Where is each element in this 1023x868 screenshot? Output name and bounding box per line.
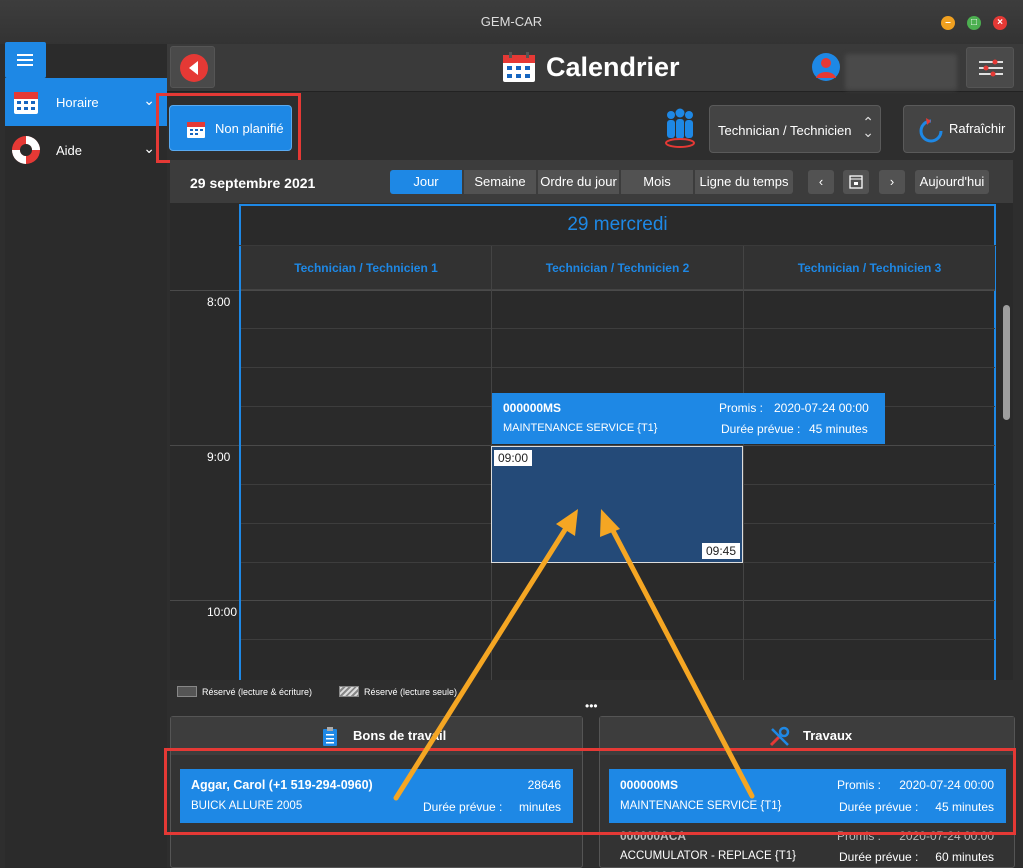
event-promise-label: Promis : — [719, 401, 764, 415]
tab-mois[interactable]: Mois — [621, 170, 694, 194]
slot-end-time: 09:45 — [701, 543, 740, 559]
next-button[interactable]: › — [879, 170, 905, 194]
calendar-date-label: 29 septembre 2021 — [190, 175, 316, 191]
refresh-button[interactable]: Rafraîchir — [903, 105, 1015, 153]
date-picker-button[interactable] — [843, 170, 869, 194]
tab-ordre-du-jour[interactable]: Ordre du jour — [538, 170, 620, 194]
event-number: 000000MS — [503, 401, 562, 415]
slot-start-time: 09:00 — [494, 450, 533, 466]
legend-label-ro: Réservé (lecture seule) — [364, 687, 458, 697]
maximize-button[interactable]: □ — [967, 16, 981, 30]
time-label: 10:00 — [207, 605, 238, 619]
tab-semaine[interactable]: Semaine — [464, 170, 537, 194]
sidebar-item-label: Aide — [56, 143, 83, 158]
window-title: GEM-CAR — [480, 14, 543, 29]
chevron-down-icon: ⌄ — [143, 140, 155, 156]
tools-icon — [769, 726, 790, 747]
calendar-icon — [503, 52, 535, 82]
event-duration-value: 45 minutes — [809, 422, 868, 436]
user-avatar-icon[interactable] — [811, 51, 841, 83]
sidebar-item-label: Horaire — [56, 95, 99, 110]
chevron-down-icon: ⌄ — [143, 92, 155, 108]
technician-header-1: Technician / Technicien 1 — [241, 246, 492, 290]
back-button[interactable] — [170, 46, 215, 88]
clipboard-list-icon — [323, 727, 337, 746]
event-duration-label: Durée prévue : — [721, 422, 801, 436]
highlight-box-nonplan — [156, 93, 301, 163]
day-title: 29 mercredi — [239, 206, 996, 246]
tab-ligne-du-temps[interactable]: Ligne du temps — [695, 170, 793, 194]
job-duration-value: 60 minutes — [935, 850, 994, 864]
hamburger-menu-button[interactable] — [5, 42, 46, 78]
event-promise-value: 2020-07-24 00:00 — [774, 401, 869, 415]
chevron-left-icon: ‹ — [818, 174, 824, 189]
technician-header-2: Technician / Technicien 2 — [492, 246, 744, 290]
technician-select[interactable]: Technician / Technicien ⌃ ⌄ — [709, 105, 881, 153]
today-button[interactable]: Aujourd'hui — [915, 170, 989, 194]
legend-label-rw: Réservé (lecture & écriture) — [202, 687, 313, 697]
refresh-icon — [919, 118, 943, 143]
sliders-icon — [979, 59, 1003, 77]
sidebar-item-aide[interactable]: Aide ⌄ — [5, 126, 167, 174]
user-name-blurred — [845, 54, 957, 90]
select-arrows-icon: ⌃ ⌄ — [862, 114, 874, 140]
sidebar-item-horaire[interactable]: Horaire ⌄ — [5, 78, 167, 126]
lifebuoy-icon — [12, 136, 40, 164]
job-duration-label: Durée prévue : — [839, 850, 919, 864]
technician-select-value: Technician / Technicien — [718, 123, 852, 138]
chevron-right-icon: › — [889, 174, 895, 189]
legend-swatch-rw — [177, 686, 197, 697]
technicians-group-icon — [665, 108, 695, 148]
close-button[interactable]: × — [993, 16, 1007, 30]
time-label: 9:00 — [207, 450, 231, 464]
drop-target-slot[interactable]: 09:00 09:45 — [491, 446, 743, 563]
refresh-label: Rafraîchir — [949, 121, 1006, 136]
legend-swatch-ro — [339, 686, 359, 697]
job-description: ACCUMULATOR - REPLACE {T1} — [620, 850, 796, 862]
page-title: Calendrier — [546, 52, 680, 82]
tab-jour[interactable]: Jour — [390, 170, 463, 194]
highlight-box-cards — [164, 748, 1016, 835]
technician-header-3: Technician / Technicien 3 — [744, 246, 995, 290]
calendar-scrollbar[interactable] — [1003, 305, 1010, 420]
event-description: MAINTENANCE SERVICE {T1} — [503, 422, 658, 434]
calendar-icon — [14, 92, 38, 114]
time-label: 8:00 — [207, 295, 231, 309]
minimize-button[interactable]: – — [941, 16, 955, 30]
prev-button[interactable]: ‹ — [808, 170, 834, 194]
window-titlebar: GEM-CAR – □ × — [0, 0, 1023, 44]
calendar-icon — [849, 175, 863, 189]
settings-button[interactable] — [966, 47, 1014, 88]
calendar-event[interactable]: 000000MS Promis : 2020-07-24 00:00 MAINT… — [492, 393, 885, 444]
splitter-handle[interactable]: ••• — [585, 700, 598, 712]
